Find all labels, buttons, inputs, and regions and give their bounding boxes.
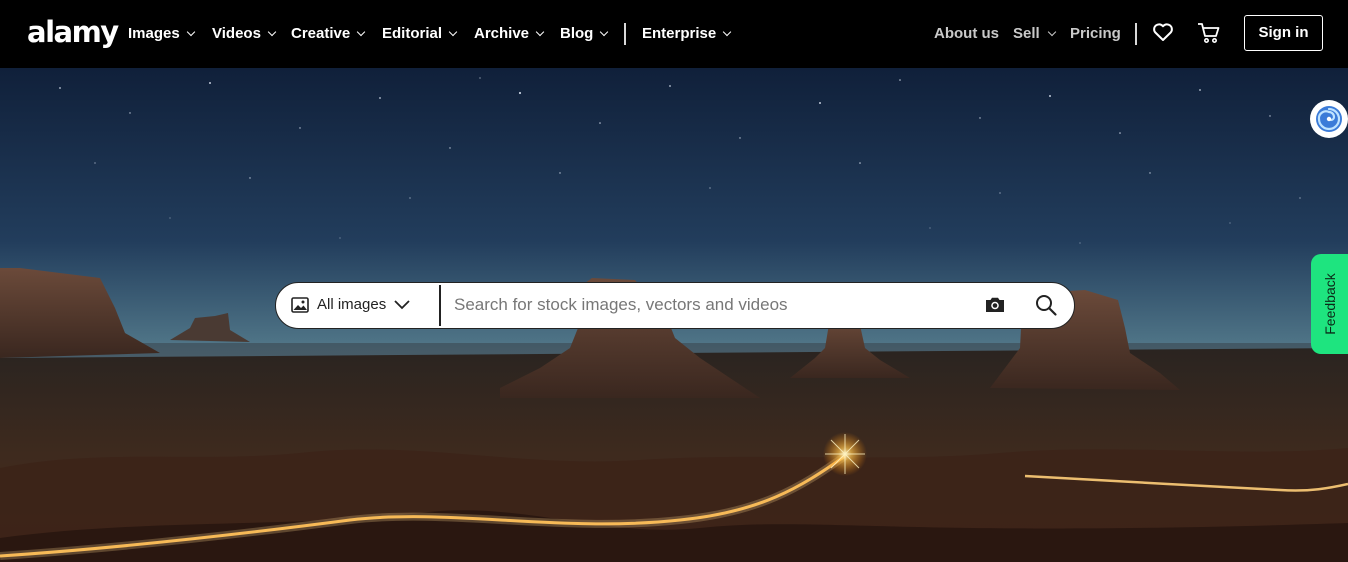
feedback-label: Feedback	[1321, 273, 1338, 335]
search-scope-label: All images	[317, 296, 387, 313]
nav-blog[interactable]: Blog	[560, 22, 609, 46]
nav-editorial[interactable]: Editorial	[382, 22, 458, 46]
chevron-down-icon	[356, 27, 366, 37]
chevron-down-icon	[600, 27, 609, 37]
nav-blog-label: Blog	[560, 25, 594, 42]
search-scope-dropdown[interactable]: All images	[276, 283, 439, 327]
nav-images-label: Images	[128, 25, 180, 42]
chevron-down-icon	[1047, 27, 1056, 37]
cart-icon[interactable]	[1196, 20, 1222, 46]
chevron-down-icon	[186, 27, 195, 37]
search-divider	[439, 285, 441, 326]
nav-enterprise-label: Enterprise	[642, 25, 717, 42]
search-bar: All images	[275, 282, 1075, 329]
nav-creative-label: Creative	[291, 25, 351, 42]
nav-videos[interactable]: Videos	[212, 22, 277, 46]
nav-sell-label: Sell	[1013, 25, 1040, 42]
nav-editorial-label: Editorial	[382, 25, 443, 42]
nav-pricing[interactable]: Pricing	[1070, 22, 1121, 46]
chevron-down-icon	[448, 27, 458, 37]
nav-about-us[interactable]: About us	[934, 22, 999, 46]
hero-banner: All images	[0, 68, 1348, 562]
alamy-logo[interactable]: alamy	[27, 12, 119, 52]
nav-archive-label: Archive	[474, 25, 530, 42]
nav-enterprise[interactable]: Enterprise	[642, 22, 732, 46]
search-input[interactable]	[444, 285, 974, 325]
nav-creative[interactable]: Creative	[291, 22, 366, 46]
image-icon	[291, 297, 309, 313]
nav-videos-label: Videos	[212, 25, 261, 42]
camera-icon[interactable]	[983, 293, 1007, 317]
chevron-down-icon	[535, 27, 545, 37]
sign-in-button[interactable]: Sign in	[1244, 15, 1323, 51]
top-navigation: alamy Images Videos Creative Editorial A…	[0, 0, 1348, 68]
feedback-tab[interactable]: Feedback	[1311, 254, 1348, 354]
search-icon[interactable]	[1034, 293, 1058, 317]
chevron-down-icon	[267, 27, 277, 37]
heart-icon[interactable]	[1151, 20, 1177, 46]
nav-archive[interactable]: Archive	[474, 22, 545, 46]
spiral-assistant-icon[interactable]	[1310, 100, 1348, 138]
nav-sell[interactable]: Sell	[1013, 22, 1056, 46]
nav-images[interactable]: Images	[128, 22, 195, 46]
chevron-down-icon	[722, 27, 732, 37]
nav-divider	[624, 23, 626, 45]
nav-divider	[1135, 23, 1137, 45]
chevron-down-icon	[394, 300, 410, 310]
